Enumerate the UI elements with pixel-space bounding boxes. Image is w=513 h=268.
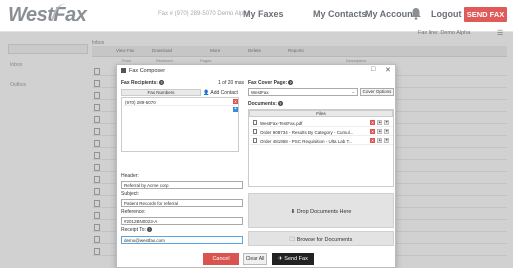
minimize-icon[interactable]: □: [371, 66, 375, 73]
clear-all-button[interactable]: Clear All: [243, 253, 267, 265]
file-name: WestFax-TestFax.pdf: [260, 121, 303, 126]
files-header: Files: [249, 110, 393, 117]
remove-file-icon[interactable]: ✕: [370, 129, 375, 134]
subject-label: Subject:: [121, 191, 140, 197]
move-down-icon[interactable]: ▼: [384, 120, 389, 125]
move-down-icon[interactable]: ▼: [384, 138, 389, 143]
remove-file-icon[interactable]: ✕: [370, 120, 375, 125]
drop-zone-label: ⬇ Drop Documents Here: [249, 209, 393, 215]
dialog-title: Fax Composer: [129, 68, 166, 74]
move-up-icon[interactable]: ▲: [377, 138, 382, 143]
help-icon[interactable]: ?: [288, 80, 294, 86]
cover-options-button[interactable]: Cover Options: [360, 88, 394, 96]
cover-page-select[interactable]: WestFax ⌄: [248, 88, 358, 96]
chevron-down-icon: ⌄: [351, 89, 355, 94]
document-drop-zone[interactable]: ⬇ Drop Documents Here: [248, 193, 394, 228]
nav-my-account[interactable]: My Account: [365, 9, 416, 19]
receipt-email-input[interactable]: demo@westfax.com: [121, 236, 243, 244]
nav-my-contacts[interactable]: My Contacts: [313, 9, 367, 19]
documents-label-text: Documents:: [248, 101, 277, 107]
reference-label: Reference:: [121, 209, 146, 215]
documents-grid: Files WestFax-TestFax.pdf ✕ ▲ ▼ Order 90…: [248, 109, 394, 187]
reference-input[interactable]: #2012BN0023-A: [121, 217, 243, 225]
nav-logout[interactable]: Logout: [431, 9, 462, 19]
nav-my-faxes[interactable]: My Faxes: [243, 9, 284, 19]
move-up-icon[interactable]: ▲: [377, 129, 382, 134]
remove-file-icon[interactable]: ✕: [370, 138, 375, 143]
fax-numbers-header: Fax Numbers: [121, 89, 201, 96]
file-row[interactable]: Order 481958 - PSC Requisition - Ulta La…: [250, 137, 393, 145]
remove-recipient-icon[interactable]: ✕: [233, 99, 238, 104]
header-label: Header:: [121, 173, 139, 179]
recipient-row[interactable]: (970) 289-5070: [123, 99, 236, 106]
recipients-label-text: Fax Recipients:: [121, 80, 158, 86]
help-icon[interactable]: ?: [146, 227, 152, 233]
folder-icon: 🗀: [289, 237, 296, 243]
header-input[interactable]: Referral by Acme corp: [121, 181, 243, 189]
user-icon: 👤: [203, 90, 210, 96]
file-name: Order 481958 - PSC Requisition - Ulta La…: [260, 139, 353, 144]
recipients-count: 1 of 20 max: [218, 80, 245, 86]
pdf-file-icon: [253, 129, 257, 134]
download-icon: ⬇: [290, 209, 296, 215]
add-recipient-icon[interactable]: +: [233, 107, 238, 112]
dialog-title-bar[interactable]: Fax Composer □ ✕: [117, 65, 395, 76]
move-down-icon[interactable]: ▼: [384, 129, 389, 134]
cover-page-label-text: Fax Cover Page:: [248, 80, 288, 86]
cover-page-value: WestFax: [251, 90, 269, 95]
westfax-logo[interactable]: WestFax: [8, 4, 87, 27]
file-name: Order 908734 - Results By Category - Cum…: [260, 130, 354, 135]
help-icon[interactable]: ?: [158, 80, 164, 86]
subject-input[interactable]: Patient Records for referral: [121, 199, 243, 207]
drop-zone-text: Drop Documents Here: [296, 209, 352, 215]
recipients-grid: (970) 289-5070: [121, 97, 239, 152]
top-navigation: WestFax Fax # (970) 289-5070 Demo Alpha …: [0, 0, 513, 32]
send-fax-label: Send Fax: [284, 256, 308, 262]
file-row[interactable]: Order 908734 - Results By Category - Cum…: [250, 128, 393, 136]
fax-number-select[interactable]: Fax # (970) 289-5070 Demo Alpha: [158, 11, 250, 17]
add-contact-button[interactable]: 👤 Add Contact: [203, 90, 238, 96]
pdf-file-icon: [253, 138, 257, 143]
receipt-label-text: Receipt To:: [121, 227, 146, 233]
close-icon[interactable]: ✕: [385, 66, 391, 74]
cover-page-label: Fax Cover Page:?: [248, 80, 294, 86]
documents-label: Documents:?: [248, 101, 283, 107]
send-fax-submit-button[interactable]: ✈ Send Fax: [272, 253, 314, 265]
fax-icon: [121, 68, 126, 73]
pdf-file-icon: [253, 120, 257, 125]
receipt-label: Receipt To:?: [121, 227, 152, 233]
help-icon[interactable]: ?: [277, 101, 283, 107]
add-contact-label: Add Contact: [210, 90, 238, 96]
browse-documents-button[interactable]: 🗀 Browse for Documents: [248, 231, 394, 246]
browse-label: 🗀 Browse for Documents: [249, 236, 393, 245]
recipients-label: Fax Recipients:?: [121, 80, 164, 86]
send-fax-button[interactable]: SEND FAX: [464, 7, 507, 22]
file-row[interactable]: WestFax-TestFax.pdf ✕ ▲ ▼: [250, 119, 393, 127]
send-icon: ✈: [278, 256, 283, 262]
move-up-icon[interactable]: ▲: [377, 120, 382, 125]
cancel-button[interactable]: Cancel: [203, 253, 239, 265]
fax-composer-dialog: Fax Composer □ ✕ Fax Recipients:? 1 of 2…: [116, 64, 396, 268]
browse-text: Browse for Documents: [296, 237, 353, 243]
bell-icon[interactable]: [410, 7, 422, 20]
